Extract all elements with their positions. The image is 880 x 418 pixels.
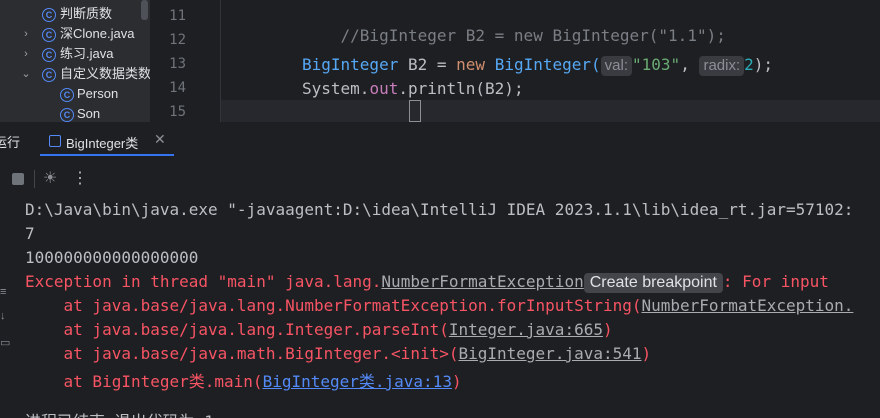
stack-frame-link[interactable]: BigInteger.java:541 [458, 344, 641, 363]
exception-message: : For input [722, 272, 829, 291]
stack-frame-end: ) [641, 344, 652, 363]
exception-class-link[interactable]: NumberFormatException [381, 272, 583, 291]
java-class-icon: C [42, 48, 56, 62]
project-tree: C 判断质数 › C 深Clone.java › C 练习.java ⌄ C 自… [0, 0, 150, 122]
chevron-right-icon[interactable]: › [20, 44, 32, 64]
console-output-line: 7 [25, 224, 35, 243]
code-operator: = [436, 55, 447, 74]
more-options-icon[interactable]: ⋮ [72, 168, 88, 188]
chevron-down-icon[interactable]: ⌄ [20, 64, 32, 84]
code-comment: //BigInteger B2 = new BigInteger("1.1"); [340, 26, 726, 45]
param-hint-val: val: [600, 56, 633, 76]
stack-frame: at java.base/java.lang.NumberFormatExcep… [25, 296, 854, 315]
code-string: "103" [632, 55, 681, 74]
stack-frame-text: at java.base/java.lang.Integer.parseInt( [25, 320, 449, 339]
tree-item-label: 自定义数据类数 [60, 66, 150, 81]
stack-frame: at BigInteger类.main(BigInteger类.java:13) [25, 368, 462, 392]
param-hint-radix: radix: [699, 56, 745, 76]
tree-item-label: 判断质数 [60, 6, 113, 21]
stack-frame: at java.base/java.math.BigInteger.<init>… [25, 344, 652, 363]
stack-frame-end: ) [451, 372, 462, 391]
stack-frame-text: at java.base/java.lang.NumberFormatExcep… [25, 296, 642, 315]
stack-frame-end: ) [602, 320, 613, 339]
code-class: System. [302, 79, 370, 98]
line-number: 11 [169, 8, 186, 24]
current-line-highlight [220, 100, 880, 122]
code-line-13[interactable]: BigInteger B2 = new BigInteger(val: "103"… [302, 55, 773, 76]
run-config-icon [49, 135, 61, 147]
line-number: 14 [169, 80, 186, 96]
stack-frame: at java.base/java.lang.Integer.parseInt(… [25, 320, 613, 339]
console-output[interactable]: D:\Java\bin\java.exe "-javaagent:D:\idea… [0, 196, 880, 418]
stack-frame-link[interactable]: BigInteger类.java:13 [263, 372, 452, 391]
code-comma: , [680, 55, 690, 74]
code-call: .println(B2); [398, 79, 524, 98]
tree-scrollbar[interactable] [141, 0, 148, 20]
code-field: out [369, 79, 399, 98]
close-icon[interactable]: ✕ [154, 131, 166, 148]
java-class-icon: C [42, 68, 56, 82]
java-class-icon: C [42, 8, 56, 22]
java-class-icon: C [60, 88, 74, 102]
code-variable: B2 [407, 55, 428, 74]
run-toolbar [0, 163, 880, 195]
code-line-14[interactable]: System.out.println(B2); [302, 79, 524, 98]
code-line-15[interactable]: } [261, 100, 310, 122]
code-type: BigInteger [302, 55, 399, 74]
chevron-right-icon[interactable]: › [20, 24, 32, 44]
code-paren-end: ); [753, 55, 774, 74]
stack-frame-link[interactable]: Integer.java:665 [449, 320, 603, 339]
exception-prefix: Exception in thread "main" java.lang. [25, 272, 382, 291]
run-tab-biginteger[interactable]: BigInteger类 ✕ [40, 128, 174, 156]
console-exit-line: 进程已结束,退出代码为 1 [25, 408, 214, 418]
console-exception-line: Exception in thread "main" java.lang.Num… [25, 272, 829, 293]
stack-frame-text: at java.base/java.math.BigInteger.<init>… [25, 344, 459, 363]
create-breakpoint-button[interactable]: Create breakpoint [583, 273, 723, 293]
code-keyword: new [456, 55, 486, 74]
stack-frame-text: at BigInteger类.main( [25, 372, 263, 391]
brace-match-highlight [409, 100, 421, 122]
tree-item-label: Person [77, 86, 119, 101]
tree-item-label: 深Clone.java [60, 26, 135, 41]
tree-item-label: Son [77, 106, 101, 121]
line-number: 12 [169, 32, 186, 48]
toolbar-divider [34, 170, 35, 188]
debug-icon[interactable]: ☀ [43, 168, 57, 188]
indent-guide [220, 0, 221, 122]
code-constructor: BigInteger( [494, 55, 601, 74]
line-gutter: 11 12 13 14 15 [150, 0, 220, 122]
code-editor[interactable]: 11 12 13 14 15 //BigInteger B2 = new Big… [150, 0, 880, 122]
stop-icon[interactable] [12, 173, 24, 185]
line-number: 13 [169, 56, 186, 72]
java-class-icon: C [42, 28, 56, 42]
console-output-line: 100000000000000000 [25, 248, 199, 267]
console-command-line: D:\Java\bin\java.exe "-javaagent:D:\idea… [25, 200, 854, 219]
line-number: 15 [169, 104, 186, 120]
run-panel-title: 运行 [0, 135, 21, 150]
code-number: 2 [744, 55, 754, 74]
stack-frame-link[interactable]: NumberFormatException. [642, 296, 854, 315]
run-tab-label: BigInteger类 [66, 136, 139, 151]
java-class-icon: C [60, 108, 74, 122]
tree-item-label: 练习.java [60, 46, 114, 61]
